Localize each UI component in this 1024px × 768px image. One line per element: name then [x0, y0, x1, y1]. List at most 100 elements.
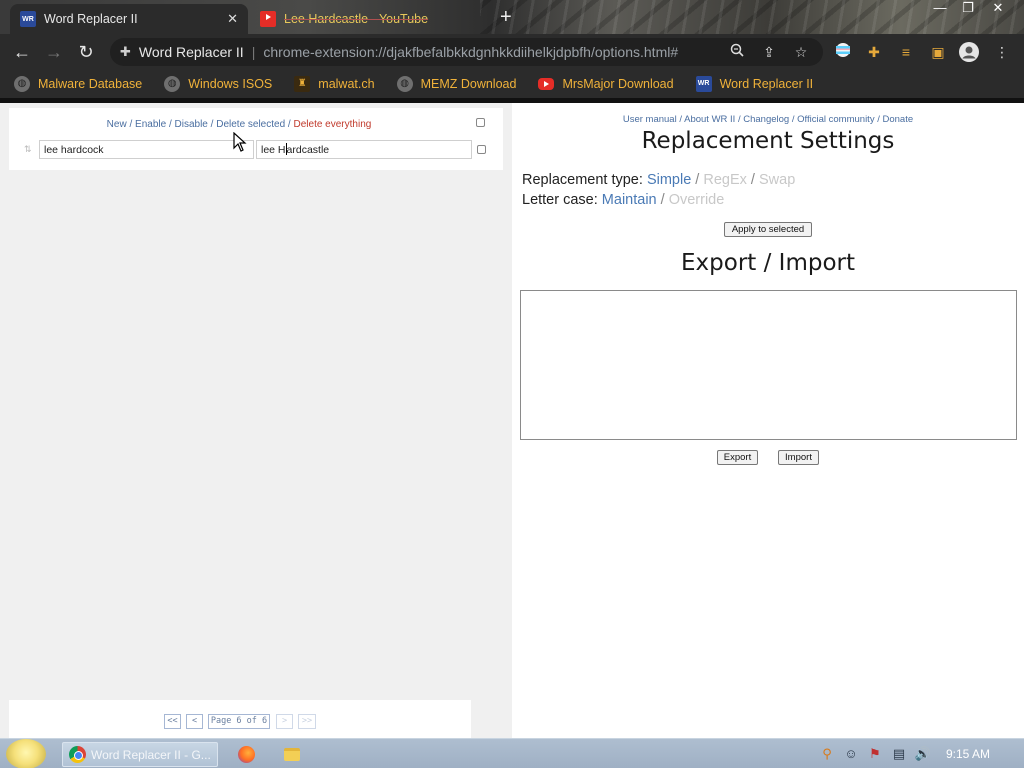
replace-input-value-start: lee H [261, 144, 286, 156]
replacement-list: New / Enable / Disable / Delete selected… [9, 108, 503, 170]
flag-alert-tray-icon[interactable]: ⚑ [866, 745, 884, 763]
bookmark-word-replacer[interactable]: WR Word Replacer II [695, 76, 814, 92]
list-actions: New / Enable / Disable / Delete selected… [106, 119, 372, 130]
disable-link[interactable]: Disable [175, 119, 208, 130]
drag-handle-icon[interactable]: ⇅ [24, 144, 34, 154]
globe-icon: ◍ [14, 76, 30, 92]
word-replacer-icon: WR [20, 11, 36, 27]
browser-toolbar: ← → ↻ ✚ Word Replacer II | chrome-extens… [0, 34, 1024, 70]
import-button[interactable]: Import [778, 450, 819, 465]
youtube-icon [538, 78, 555, 90]
first-page-button[interactable]: << [164, 714, 181, 729]
prev-page-button[interactable]: < [186, 714, 203, 729]
back-arrow-icon[interactable]: ← [10, 41, 34, 63]
side-panel-icon[interactable]: ▣ [928, 42, 948, 62]
export-import-textarea[interactable] [520, 290, 1017, 440]
new-tab-icon[interactable]: + [500, 6, 512, 28]
enable-link[interactable]: Enable [135, 119, 166, 130]
firefox-icon [238, 746, 255, 763]
official-community-link[interactable]: Official community [797, 114, 874, 125]
apply-to-selected-button[interactable]: Apply to selected [724, 222, 812, 237]
chrome-icon [69, 746, 86, 763]
next-page-button[interactable]: > [276, 714, 293, 729]
delete-everything-link[interactable]: Delete everything [294, 119, 372, 130]
start-button[interactable] [6, 739, 46, 768]
bookmark-label: Windows ISOS [188, 77, 273, 91]
puzzle-icon: ✚ [120, 44, 131, 59]
url-text: chrome-extension://djakfbefalbkkdgnhkkdi… [263, 44, 679, 60]
taskbar-clock[interactable]: 9:15 AM [946, 747, 990, 761]
bookmark-label: Word Replacer II [719, 77, 814, 91]
page-indicator: Page 6 of 6 [208, 714, 270, 729]
replacement-type-row: Replacement type: Simple / RegEx / Swap [522, 172, 795, 188]
replacement-list-pane: New / Enable / Disable / Delete selected… [0, 103, 512, 743]
zoom-icon[interactable] [726, 41, 748, 63]
taskbar-firefox[interactable] [232, 742, 260, 767]
bookmark-star-icon[interactable]: ☆ [790, 41, 812, 63]
browser-tab-strip: WR Word Replacer II ✕ Lee Hardcastle - Y… [0, 0, 1024, 34]
bookmarks-bar: ◍ Malware Database ◍ Windows ISOS ♜ malw… [0, 70, 1024, 98]
new-link[interactable]: New [107, 119, 127, 130]
letter-case-row: Letter case: Maintain / Override [522, 192, 724, 208]
export-button[interactable]: Export [717, 450, 758, 465]
replacement-settings-title: Replacement Settings [641, 128, 895, 154]
type-simple-option[interactable]: Simple [647, 172, 691, 188]
tab-word-replacer[interactable]: WR Word Replacer II ✕ [10, 4, 248, 34]
emoji-tray-icon[interactable]: ☺ [842, 745, 860, 763]
case-maintain-option[interactable]: Maintain [602, 192, 657, 208]
media-playlist-icon[interactable]: ≡ [896, 42, 916, 62]
profile-avatar-icon[interactable] [959, 42, 979, 62]
globe-icon: ◍ [396, 76, 413, 92]
bookmark-memz-download[interactable]: ◍ MEMZ Download [396, 76, 516, 92]
volume-tray-icon[interactable]: 🔊 [914, 745, 932, 763]
find-input-value: lee hardcock [44, 144, 104, 156]
select-all-checkbox[interactable] [476, 118, 485, 127]
bookmark-malware-database[interactable]: ◍ Malware Database [14, 76, 142, 92]
type-swap-option[interactable]: Swap [759, 172, 795, 188]
youtube-icon [260, 11, 276, 27]
export-import-title: Export / Import [681, 250, 855, 276]
options-page: New / Enable / Disable / Delete selected… [0, 98, 1024, 743]
close-icon[interactable]: ✕ [227, 11, 238, 27]
user-manual-link[interactable]: User manual [623, 114, 677, 125]
globe-icon: ◍ [164, 76, 181, 92]
search-tray-icon[interactable]: ⚲ [818, 745, 836, 763]
os-taskbar: Word Replacer II - G... ⚲ ☺ ⚑ ▤ 🔊 9:15 A… [0, 738, 1024, 768]
address-bar[interactable]: ✚ Word Replacer II | chrome-extension://… [110, 38, 823, 66]
kebab-menu-icon[interactable]: ⋮ [992, 42, 1012, 62]
taskbar-chrome-window[interactable]: Word Replacer II - G... [62, 742, 218, 767]
taskbar-file-explorer[interactable] [278, 742, 300, 767]
letter-case-label: Letter case: [522, 192, 598, 208]
minimize-icon[interactable]: — [926, 0, 954, 18]
row-select-checkbox[interactable] [477, 145, 486, 154]
restore-icon[interactable]: ❐ [954, 0, 982, 18]
extensions-puzzle-icon[interactable]: ✚ [864, 42, 884, 62]
bookmark-windows-isos[interactable]: ◍ Windows ISOS [164, 76, 272, 92]
bookmark-malwatch[interactable]: ♜ malwat.ch [294, 76, 375, 92]
site-name: Word Replacer II [138, 44, 244, 60]
find-input[interactable]: lee hardcock [39, 140, 254, 159]
option-divider: / [660, 192, 665, 208]
pagination: << < Page 6 of 6 > >> [9, 700, 471, 740]
malwatch-icon: ♜ [294, 76, 311, 92]
reload-icon[interactable]: ↻ [74, 41, 98, 63]
share-icon[interactable]: ⇪ [758, 41, 780, 63]
about-link[interactable]: About WR II [684, 114, 735, 125]
profile-flag-icon[interactable] [833, 42, 853, 62]
option-divider: / [695, 172, 700, 188]
case-override-option[interactable]: Override [669, 192, 725, 208]
tab-title: Word Replacer II [44, 12, 138, 26]
bookmark-mrsmajor-download[interactable]: MrsMajor Download [538, 77, 674, 91]
settings-pane: User manual / About WR II / Changelog / … [512, 103, 1024, 743]
network-tray-icon[interactable]: ▤ [890, 745, 908, 763]
type-regex-option[interactable]: RegEx [703, 172, 747, 188]
delete-selected-link[interactable]: Delete selected [216, 119, 285, 130]
donate-link[interactable]: Donate [883, 114, 914, 125]
forward-arrow-icon[interactable]: → [42, 41, 66, 63]
word-replacer-icon: WR [695, 76, 712, 92]
last-page-button[interactable]: >> [298, 714, 316, 729]
tab-youtube[interactable]: Lee Hardcastle - YouTube [250, 4, 480, 34]
changelog-link[interactable]: Changelog [743, 114, 789, 125]
window-close-icon[interactable]: ✕ [984, 0, 1012, 18]
replace-input[interactable]: lee Hardcastle [256, 140, 472, 159]
